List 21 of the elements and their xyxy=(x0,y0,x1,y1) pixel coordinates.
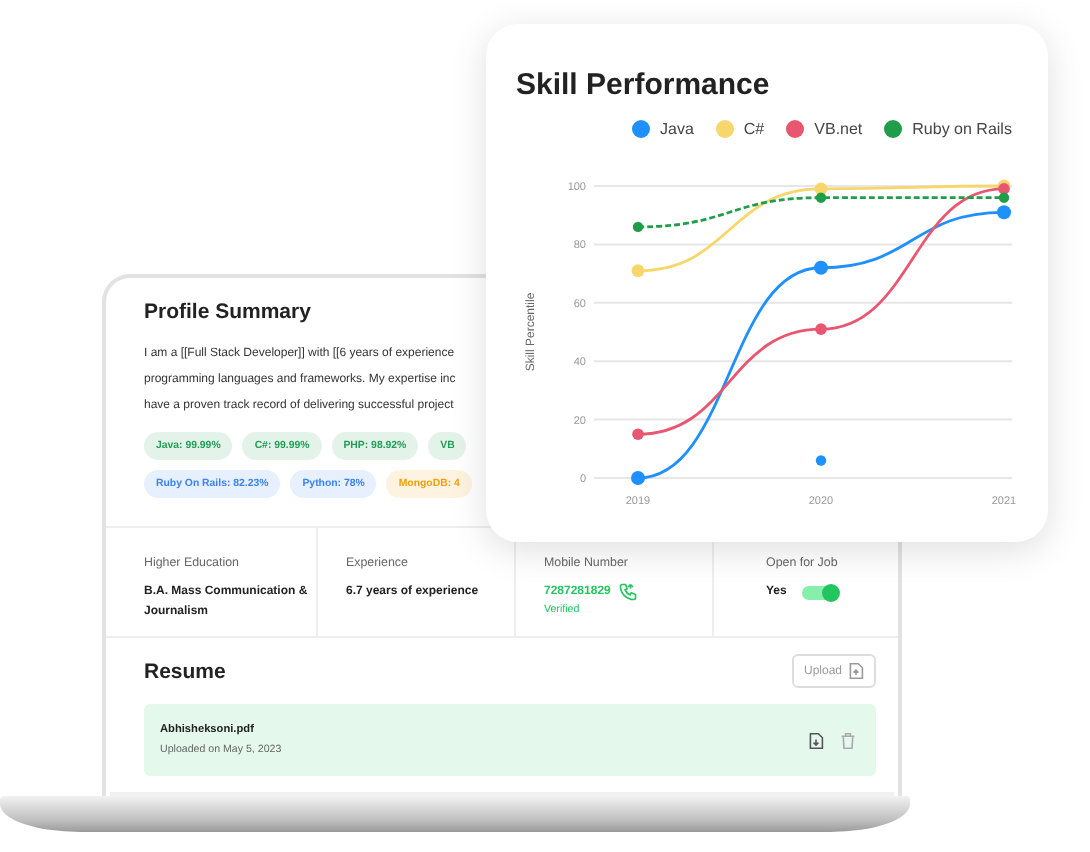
legend-item[interactable]: VB.net xyxy=(786,120,863,138)
legend-item[interactable]: Ruby on Rails xyxy=(884,120,1012,138)
point xyxy=(632,428,644,440)
point xyxy=(815,192,827,203)
point xyxy=(631,264,645,278)
file-icon[interactable] xyxy=(808,731,824,749)
section-title: Profile Summary xyxy=(144,300,311,324)
trash-icon[interactable] xyxy=(840,731,856,749)
point xyxy=(997,205,1011,220)
legend-item[interactable]: Java xyxy=(632,120,694,138)
toggle-switch[interactable] xyxy=(802,585,839,599)
chart-title: Skill Performance xyxy=(516,68,772,102)
point xyxy=(815,323,827,335)
point xyxy=(631,471,645,485)
point xyxy=(998,192,1010,203)
upload-icon xyxy=(848,662,864,680)
phone-icon[interactable] xyxy=(618,582,639,602)
point xyxy=(632,221,644,233)
section-title: Resume xyxy=(144,659,226,683)
point xyxy=(814,260,828,275)
legend-item[interactable]: C# xyxy=(715,120,765,138)
